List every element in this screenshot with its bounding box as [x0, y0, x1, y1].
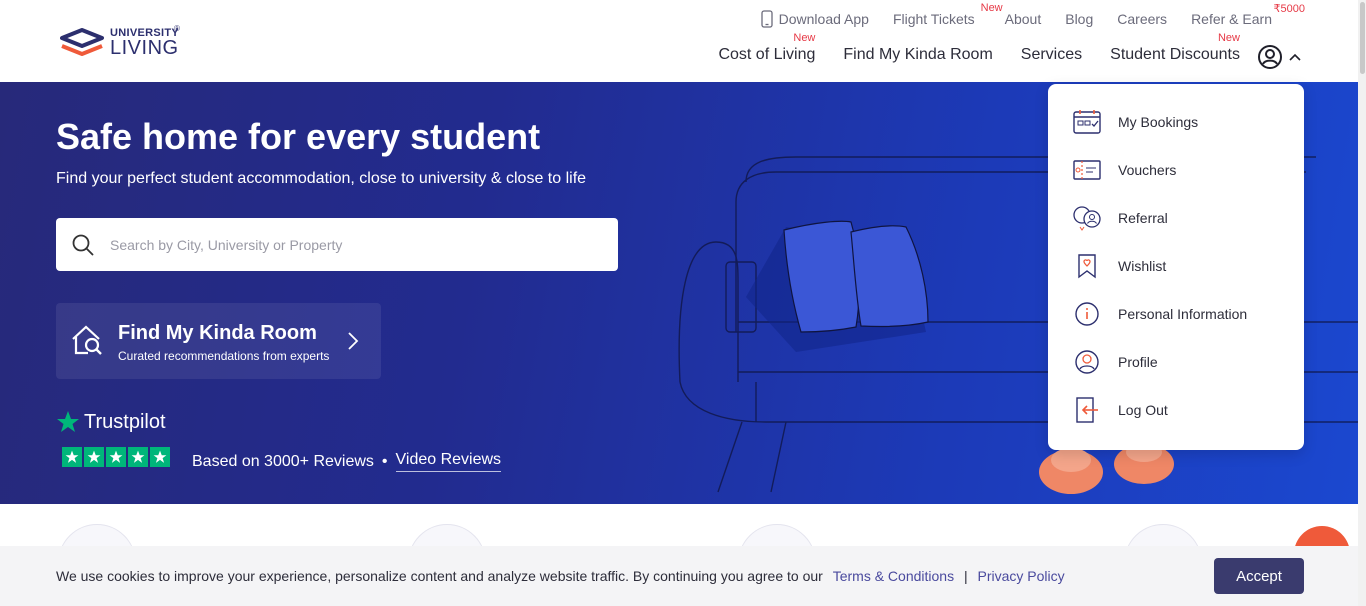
scrollbar-thumb[interactable] [1360, 2, 1365, 74]
cookie-text: We use cookies to improve your experienc… [56, 568, 823, 584]
services-label: Services [1020, 46, 1083, 63]
user-account-button[interactable] [1257, 44, 1301, 70]
search-box[interactable] [56, 218, 618, 271]
search-icon [72, 234, 94, 255]
cost-of-living-label: Cost of Living [718, 46, 816, 63]
rating-star-icon [128, 447, 148, 467]
fmkr-title: Find My Kinda Room [118, 322, 317, 344]
menu-item-referral[interactable]: Referral [1072, 200, 1292, 236]
cookie-message: We use cookies to improve your experienc… [56, 568, 1065, 584]
flight-tickets-label: Flight Tickets [892, 11, 975, 27]
menu-item-label: Wishlist [1118, 258, 1167, 274]
trustpilot-star-icon [57, 411, 79, 432]
search-input[interactable] [110, 236, 590, 253]
logo-registered-mark: ® [174, 24, 180, 33]
trustpilot-label: Trustpilot [84, 410, 166, 433]
menu-item-log-out[interactable]: Log Out [1072, 392, 1292, 428]
profile-icon [1072, 347, 1102, 377]
rating-star-icon [84, 447, 104, 467]
accept-cookies-button[interactable]: Accept [1214, 558, 1304, 594]
chevron-right-icon [348, 332, 359, 350]
services-link[interactable]: Services [1021, 46, 1082, 64]
reviews-count-text: Based on 3000+ Reviews [192, 452, 374, 470]
referral-icon [1072, 203, 1102, 233]
menu-item-vouchers[interactable]: Vouchers [1072, 152, 1292, 188]
bullet-separator: • [381, 452, 388, 470]
menu-item-my-bookings[interactable]: My Bookings [1072, 104, 1292, 140]
blog-link[interactable]: Blog [1065, 11, 1093, 27]
user-menu-dropdown: My Bookings Vouchers Referral Wishlist P… [1048, 84, 1304, 450]
university-living-logo[interactable]: UNIVERSITY LIVING ® [60, 22, 185, 62]
flight-tickets-link[interactable]: Flight Tickets New [892, 2, 1003, 27]
page-scrollbar[interactable] [1358, 0, 1366, 606]
user-circle-icon [1258, 45, 1282, 69]
rating-star-icon [150, 447, 170, 467]
about-label: About [1004, 11, 1042, 27]
hero-title: Safe home for every student [56, 116, 541, 157]
menu-item-personal-information[interactable]: Personal Information [1072, 296, 1292, 332]
menu-item-label: My Bookings [1118, 114, 1199, 130]
fmkr-subtitle: Curated recommendations from experts [118, 349, 330, 363]
trustpilot-rating-stars [62, 447, 170, 467]
house-search-icon [72, 325, 102, 355]
info-icon [1072, 299, 1102, 329]
voucher-icon [1072, 155, 1102, 185]
menu-item-profile[interactable]: Profile [1072, 344, 1292, 380]
bookmark-heart-icon [1072, 251, 1102, 281]
main-nav: Cost of Living New Find My Kinda Room Se… [718, 32, 1240, 64]
header: UNIVERSITY LIVING ® Download App Flight … [0, 0, 1366, 82]
trustpilot-logo: Trustpilot [56, 410, 166, 434]
reviews-line: Based on 3000+ Reviews • Video Reviews [192, 451, 502, 472]
download-app-label: Download App [778, 11, 869, 27]
chevron-up-icon [1289, 53, 1301, 61]
flight-tickets-new-badge: New [980, 2, 1003, 14]
menu-item-label: Log Out [1118, 402, 1168, 418]
menu-item-label: Personal Information [1118, 306, 1248, 322]
rating-star-icon [106, 447, 126, 467]
logout-icon [1072, 395, 1102, 425]
student-discounts-link[interactable]: Student Discounts New [1110, 32, 1240, 64]
student-discounts-label: Student Discounts [1110, 46, 1240, 63]
hero-subtitle: Find your perfect student accommodation,… [56, 170, 587, 187]
find-my-kinda-room-link[interactable]: Find My Kinda Room [843, 46, 992, 64]
page: UNIVERSITY LIVING ® Download App Flight … [0, 0, 1366, 606]
menu-item-wishlist[interactable]: Wishlist [1072, 248, 1292, 284]
cost-of-living-link[interactable]: Cost of Living New [718, 32, 816, 64]
menu-item-label: Vouchers [1118, 162, 1177, 178]
refer-earn-link[interactable]: Refer & Earn ₹5000 [1191, 3, 1305, 27]
about-link[interactable]: About [1005, 11, 1042, 27]
logo-mark-icon [60, 28, 104, 56]
blog-label: Blog [1065, 11, 1094, 27]
calendar-icon [1072, 107, 1102, 137]
menu-item-label: Referral [1118, 210, 1168, 226]
refer-earn-label: Refer & Earn [1191, 11, 1272, 27]
careers-label: Careers [1117, 11, 1168, 27]
terms-link[interactable]: Terms & Conditions [833, 568, 954, 584]
top-nav: Download App Flight Tickets New About Bl… [760, 2, 1305, 28]
cushion-right [850, 225, 929, 328]
cookie-banner: We use cookies to improve your experienc… [0, 546, 1366, 606]
find-my-kinda-room-label: Find My Kinda Room [843, 46, 993, 63]
download-app-link[interactable]: Download App [760, 10, 869, 28]
cost-of-living-new-badge: New [793, 32, 816, 44]
student-discounts-new-badge: New [1217, 32, 1240, 44]
privacy-policy-link[interactable]: Privacy Policy [978, 568, 1065, 584]
logo-text-living: LIVING [110, 37, 179, 59]
trustpilot-badge[interactable]: Trustpilot [56, 410, 170, 467]
rating-star-icon [62, 447, 82, 467]
phone-icon [760, 10, 773, 28]
menu-item-label: Profile [1118, 354, 1158, 370]
refer-amount-badge: ₹5000 [1273, 3, 1305, 15]
find-my-kinda-room-card[interactable]: Find My Kinda Room Curated recommendatio… [56, 303, 381, 379]
video-reviews-link[interactable]: Video Reviews [395, 451, 502, 472]
careers-link[interactable]: Careers [1117, 11, 1167, 27]
cookie-separator: | [963, 568, 968, 584]
